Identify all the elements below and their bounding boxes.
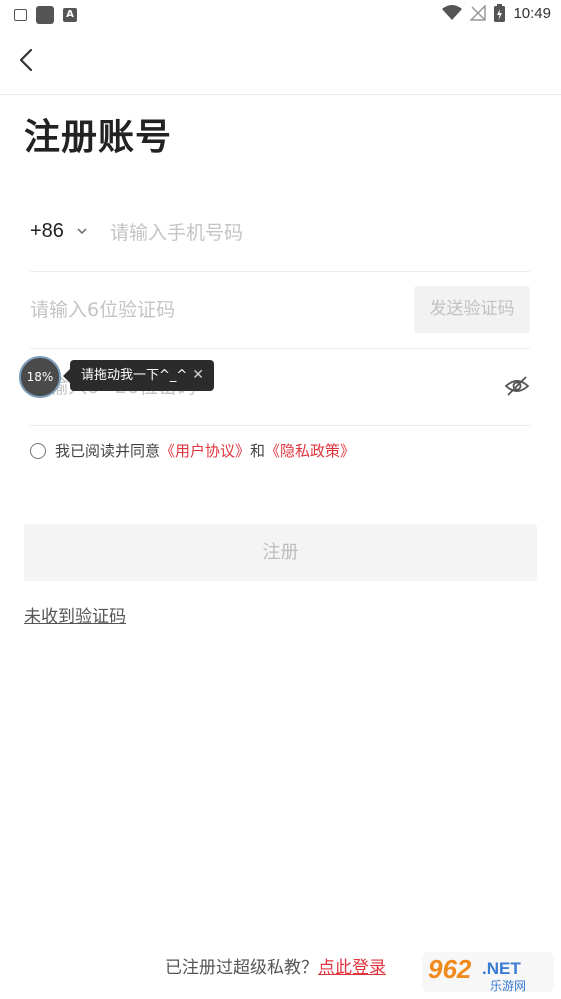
svg-text:.NET: .NET <box>482 959 521 978</box>
user-agreement-link[interactable]: 《用户协议》 <box>160 440 250 461</box>
svg-text:乐游网: 乐游网 <box>490 979 526 993</box>
floating-progress-ball[interactable]: 18% <box>19 356 61 398</box>
eye-hidden-icon[interactable] <box>504 373 530 399</box>
status-left-icons: A <box>14 6 77 24</box>
font-a-icon: A <box>63 8 77 22</box>
footer-login-prompt: 已注册过超级私教？点此登录 <box>165 953 386 978</box>
agreement-row: 我已阅读并同意 《用户协议》 和 《隐私政策》 <box>30 440 355 461</box>
code-row: 发送验证码 <box>30 272 530 349</box>
phone-row: +86 <box>30 196 530 272</box>
back-arrow-icon[interactable] <box>14 46 42 74</box>
status-time: 10:49 <box>513 4 551 22</box>
page-title: 注册账号 <box>24 117 173 158</box>
app-square-icon <box>36 6 54 24</box>
agreement-and: 和 <box>250 442 266 460</box>
tooltip-text: 请拖动我一下^_^ <box>81 368 188 383</box>
no-code-link[interactable]: 未收到验证码 <box>24 602 126 627</box>
verification-code-input[interactable] <box>30 295 390 325</box>
privacy-policy-link[interactable]: 《隐私政策》 <box>265 440 355 461</box>
sim-card-icon <box>14 9 27 21</box>
watermark-logo: 962 .NET 乐游网 <box>422 952 554 993</box>
battery-charging-icon <box>494 4 506 22</box>
register-button[interactable]: 注册 <box>24 524 537 581</box>
status-bar: A 10:49 <box>0 0 561 30</box>
svg-text:962: 962 <box>428 954 472 984</box>
close-icon[interactable]: ✕ <box>192 360 204 391</box>
drag-tooltip: 请拖动我一下^_^ ✕ <box>70 360 214 391</box>
wifi-icon <box>442 5 463 20</box>
tooltip-arrow <box>63 369 70 383</box>
agree-radio[interactable] <box>30 442 46 459</box>
footer-question: 已注册过超级私教？ <box>165 958 318 978</box>
login-link[interactable]: 点此登录 <box>318 958 386 978</box>
toolbar-divider <box>0 94 561 95</box>
country-code-selector[interactable]: +86 <box>30 220 64 243</box>
phone-input[interactable] <box>110 218 410 248</box>
agreement-prefix: 我已阅读并同意 <box>55 442 161 460</box>
send-code-button[interactable]: 发送验证码 <box>414 286 530 333</box>
chevron-down-icon[interactable] <box>76 226 88 236</box>
status-right-icons: 10:49 <box>442 4 551 22</box>
no-signal-icon <box>470 5 487 21</box>
